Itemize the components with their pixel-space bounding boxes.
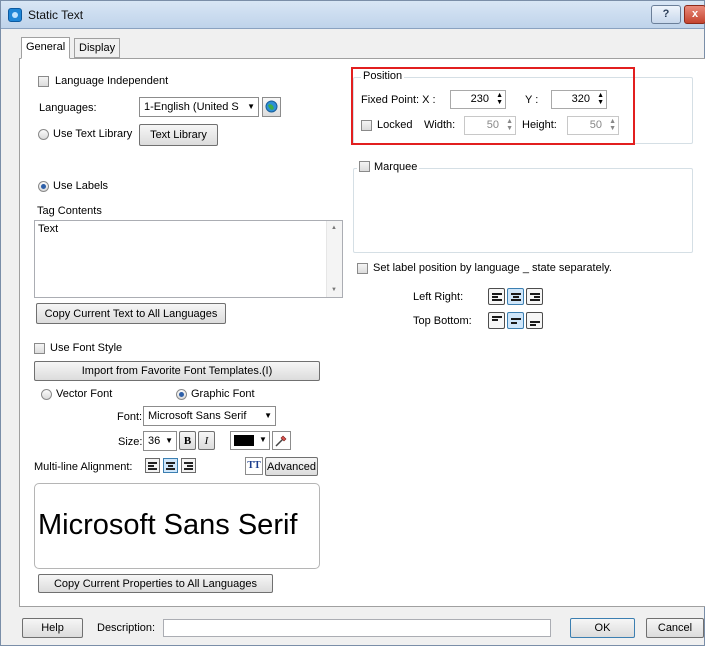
label-position-label: Set label position by language _ state s… — [373, 262, 612, 274]
font-preview-text: Microsoft Sans Serif — [38, 509, 298, 541]
font-select[interactable]: Microsoft Sans Serif ▼ — [143, 406, 276, 426]
languages-select[interactable]: 1-English (United S ▼ — [139, 97, 259, 117]
use-text-library-radio[interactable] — [38, 129, 49, 140]
align-right-button[interactable] — [181, 458, 196, 473]
chevron-down-icon: ▼ — [165, 436, 173, 445]
size-label: Size: — [118, 436, 143, 448]
label-align-middle-button[interactable] — [507, 312, 524, 329]
globe-button[interactable] — [262, 97, 281, 117]
font-label: Font: — [117, 411, 143, 423]
text-library-button[interactable]: Text Library — [139, 124, 218, 146]
position-highlight-box — [351, 67, 635, 145]
language-independent-checkbox[interactable] — [38, 76, 49, 87]
static-text-dialog: Static Text ? x General Display Language… — [0, 0, 705, 646]
use-labels-label: Use Labels — [53, 180, 109, 192]
copy-text-all-languages-button[interactable]: Copy Current Text to All Languages — [36, 303, 226, 324]
use-font-style-label: Use Font Style — [50, 342, 123, 354]
multiline-alignment-label: Multi-line Alignment: — [34, 461, 133, 473]
window-title: Static Text — [28, 8, 84, 22]
use-font-style-checkbox[interactable] — [34, 343, 45, 354]
label-align-left-button[interactable] — [488, 288, 505, 305]
label-align-top-button[interactable] — [488, 312, 505, 329]
textarea-scrollbar[interactable]: ▲ ▼ — [326, 221, 342, 297]
marquee-group-title: Marquee — [357, 161, 420, 173]
graphic-font-label: Graphic Font — [191, 388, 255, 400]
scroll-down-icon[interactable]: ▼ — [331, 287, 337, 293]
text-color-select[interactable]: ▼ — [230, 431, 270, 450]
chevron-down-icon: ▼ — [264, 411, 272, 420]
scroll-up-icon[interactable]: ▲ — [331, 225, 337, 231]
advanced-button[interactable]: Advanced — [265, 457, 318, 476]
use-text-library-label: Use Text Library — [53, 128, 133, 140]
language-independent-label: Language Independent — [55, 75, 169, 87]
marquee-checkbox[interactable] — [359, 161, 370, 172]
languages-label: Languages: — [39, 102, 97, 114]
close-icon[interactable]: x — [684, 5, 705, 24]
label-align-right-button[interactable] — [526, 288, 543, 305]
chevron-down-icon: ▼ — [247, 102, 255, 111]
ok-button[interactable]: OK — [570, 618, 635, 638]
text-style-icon[interactable]: TT — [245, 457, 263, 475]
description-input[interactable] — [163, 619, 551, 637]
help-title-button[interactable]: ? — [651, 5, 681, 24]
bold-button[interactable]: B — [179, 431, 196, 450]
italic-button[interactable]: I — [198, 431, 215, 450]
label-align-center-button[interactable] — [507, 288, 524, 305]
font-preview: Microsoft Sans Serif — [34, 483, 320, 569]
align-center-button[interactable] — [163, 458, 178, 473]
tag-contents-value: Text — [38, 223, 59, 235]
text-color-swatch — [234, 435, 254, 446]
tab-general[interactable]: General — [21, 37, 71, 59]
description-label: Description: — [97, 622, 156, 634]
vector-font-label: Vector Font — [56, 388, 113, 400]
tag-contents-textarea[interactable]: Text ▲ ▼ — [34, 220, 343, 298]
align-left-button[interactable] — [145, 458, 160, 473]
tab-display[interactable]: Display — [74, 38, 121, 58]
app-icon — [8, 8, 22, 22]
chevron-down-icon: ▼ — [259, 435, 267, 444]
eyedropper-icon — [275, 435, 287, 447]
globe-icon — [265, 100, 278, 113]
cancel-button[interactable]: Cancel — [646, 618, 704, 638]
top-bottom-label: Top Bottom: — [413, 315, 472, 327]
size-select[interactable]: 36 ▼ — [143, 431, 177, 451]
vector-font-radio[interactable] — [41, 389, 52, 400]
size-select-value: 36 — [148, 435, 161, 447]
help-button[interactable]: Help — [22, 618, 83, 638]
use-labels-radio[interactable] — [38, 181, 49, 192]
label-position-checkbox[interactable] — [357, 263, 368, 274]
tag-contents-label: Tag Contents — [37, 205, 102, 217]
font-select-value: Microsoft Sans Serif — [148, 410, 247, 422]
title-bar: Static Text ? x — [1, 1, 705, 29]
graphic-font-radio[interactable] — [176, 389, 187, 400]
left-right-label: Left Right: — [413, 291, 464, 303]
marquee-group: Marquee — [353, 161, 693, 253]
label-align-bottom-button[interactable] — [526, 312, 543, 329]
copy-properties-all-languages-button[interactable]: Copy Current Properties to All Languages — [38, 574, 273, 593]
languages-select-value: 1-English (United S — [144, 101, 239, 113]
advanced-group: TT Advanced — [245, 457, 318, 476]
color-picker-button[interactable] — [272, 431, 291, 450]
marquee-label: Marquee — [374, 161, 418, 173]
import-font-templates-button[interactable]: Import from Favorite Font Templates.(I) — [34, 361, 320, 381]
